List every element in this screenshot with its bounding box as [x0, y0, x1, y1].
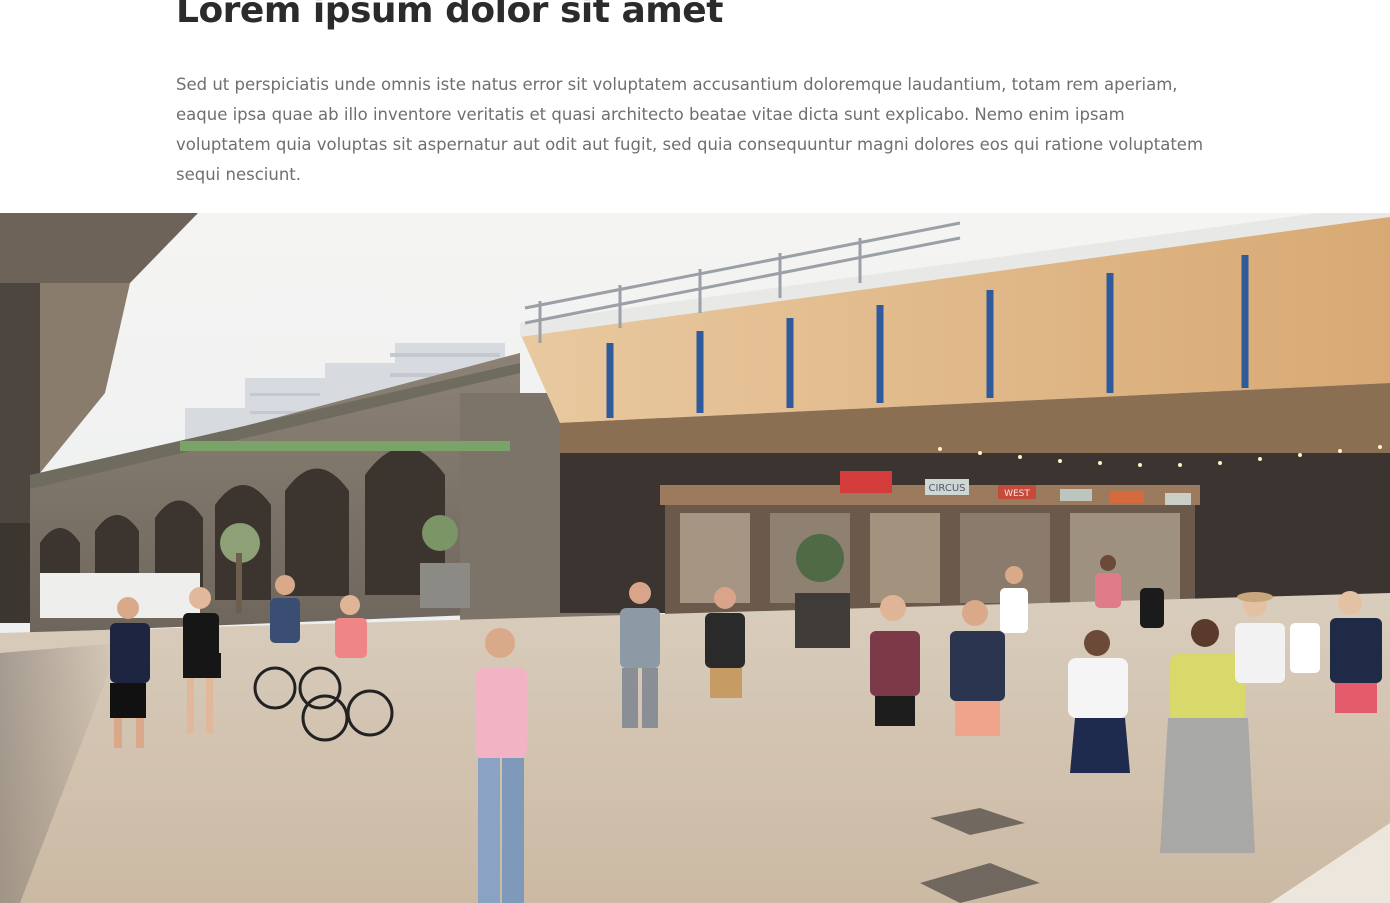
circus-sign: CIRCUS — [928, 483, 965, 494]
market-stalls: CIRCUS WEST — [560, 445, 1390, 615]
hero-image: CIRCUS WEST — [0, 213, 1390, 903]
intro-paragraph: Sed ut perspiciatis unde omnis iste natu… — [176, 75, 1204, 184]
page-title: Lorem ipsum dolor sit amet — [176, 0, 723, 31]
west-sign: WEST — [1004, 489, 1030, 499]
